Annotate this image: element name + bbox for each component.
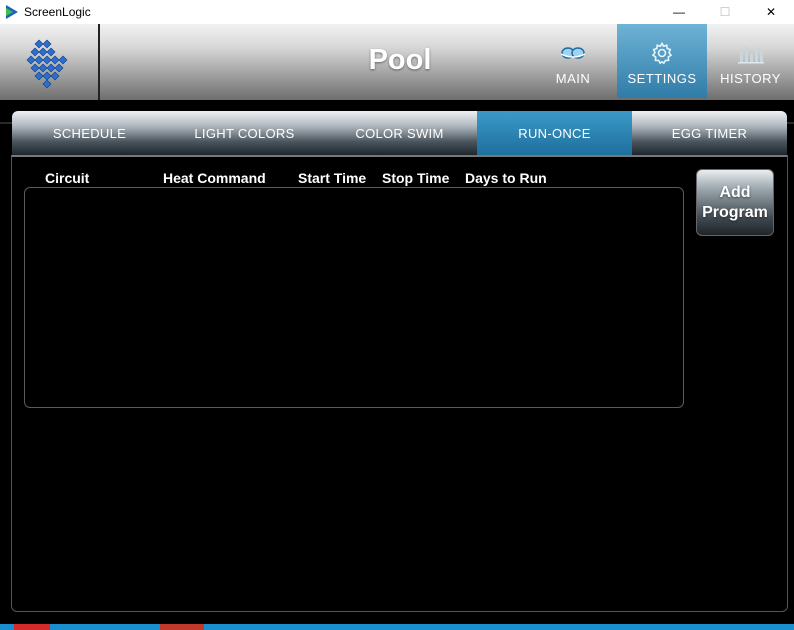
minimize-button[interactable]: — — [656, 0, 702, 24]
tab-color-swim[interactable]: COLOR SWIM — [322, 111, 477, 155]
add-program-label: Add Program — [702, 183, 768, 223]
nav-main-label: MAIN — [555, 71, 591, 86]
taskbar-app-icon[interactable] — [160, 624, 204, 630]
settings-tab-bar: SCHEDULE LIGHT COLORS COLOR SWIM RUN-ONC… — [12, 111, 787, 155]
pentair-logo-icon — [26, 39, 68, 89]
tab-schedule[interactable]: SCHEDULE — [12, 111, 167, 155]
add-program-label-line2: Program — [702, 203, 768, 221]
nav-main-button[interactable]: MAIN — [528, 24, 618, 98]
column-header-circuit: Circuit — [45, 170, 90, 186]
column-header-stop-time: Stop Time — [382, 170, 450, 186]
program-list[interactable] — [24, 187, 684, 408]
gear-icon — [650, 40, 674, 66]
nav-history-label: HISTORY — [720, 71, 781, 86]
window-controls: — ☐ ✕ — [656, 0, 794, 24]
nav-history-button[interactable]: HISTORY — [707, 24, 794, 98]
nav-settings-label: SETTINGS — [627, 71, 697, 86]
taskbar-pdf-icon[interactable] — [14, 624, 50, 630]
column-header-days-to-run: Days to Run — [465, 170, 547, 186]
close-button[interactable]: ✕ — [748, 0, 794, 24]
tab-egg-timer[interactable]: EGG TIMER — [632, 111, 787, 155]
window-title: ScreenLogic — [24, 5, 91, 19]
nav-settings-button[interactable]: SETTINGS — [617, 24, 707, 98]
os-taskbar — [0, 624, 794, 630]
bar-chart-icon — [737, 40, 764, 66]
app-header: Pool MAIN SETTINGS HISTORY — [0, 24, 794, 124]
screenlogic-app-icon — [6, 5, 18, 19]
tab-run-once[interactable]: RUN-ONCE — [477, 111, 632, 155]
column-header-heat-command: Heat Command — [163, 170, 266, 186]
column-header-start-time: Start Time — [298, 170, 367, 186]
pool-goggles-icon — [560, 40, 586, 66]
add-program-label-line1: Add — [719, 183, 751, 201]
logo — [0, 24, 100, 100]
tab-light-colors[interactable]: LIGHT COLORS — [167, 111, 322, 155]
page-title: Pool — [368, 44, 432, 76]
maximize-button: ☐ — [719, 5, 731, 19]
window-titlebar: ScreenLogic — ☐ ✕ — [0, 0, 794, 24]
add-program-button[interactable]: Add Program — [696, 169, 774, 236]
